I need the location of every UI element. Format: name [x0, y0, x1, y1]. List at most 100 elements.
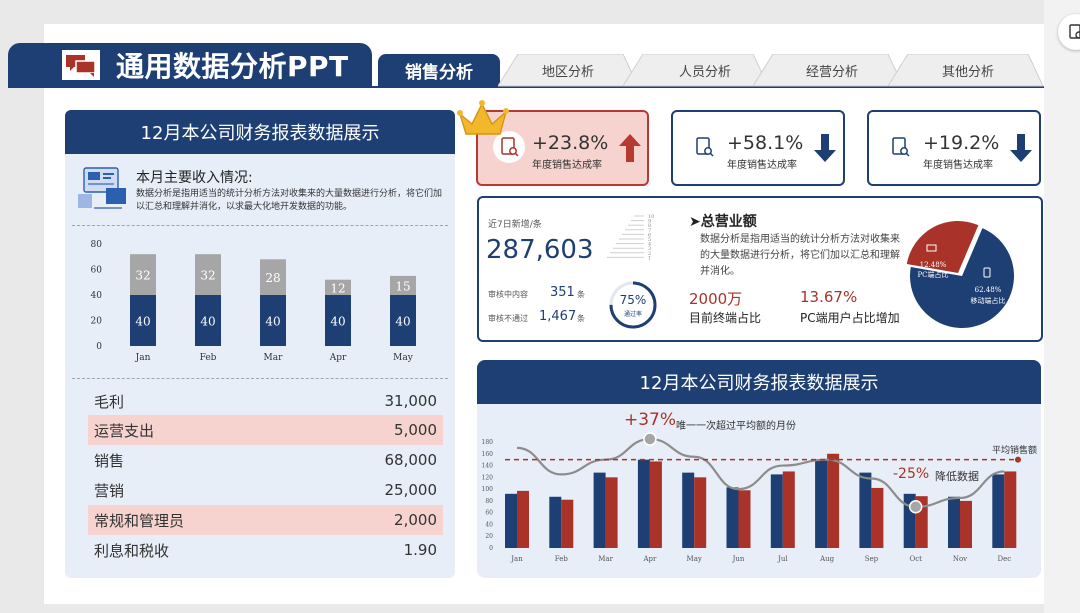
arrow-down-icon [1010, 134, 1032, 162]
report-search-icon [892, 137, 910, 157]
total-revenue-title: ➤总营业额 [689, 214, 757, 230]
pie-category-label: 移动端占比 [971, 296, 1006, 305]
x-tick-label: Jul [777, 555, 788, 563]
metric1-label: 目前终端占比 [689, 311, 762, 325]
divider-top [72, 225, 448, 226]
x-tick-label: Mar [264, 353, 284, 363]
financial-value: 1.90 [403, 541, 437, 559]
bar-series-a [859, 472, 872, 548]
bar-series-b [649, 461, 662, 548]
financial-row-gross-profit: 毛利 31,000 [88, 386, 443, 416]
bar-series-b [960, 500, 972, 548]
review-rejected-unit: 条 [577, 314, 585, 323]
crown-icon [457, 100, 509, 135]
title-bar: 通用数据分析PPT [8, 43, 372, 87]
tab-sales-analysis[interactable]: 销售分析 [378, 54, 500, 86]
x-tick-label: May [393, 353, 414, 363]
income-description: 数据分析是指用适当的统计分析方法对收集来的大量数据进行分析，将它们加以汇总和理解… [136, 189, 443, 212]
x-tick-label: May [687, 555, 702, 563]
x-tick-label: Jun [732, 555, 745, 563]
pie-category-label: PC端占比 [917, 270, 948, 279]
financial-value: 31,000 [384, 392, 438, 410]
bar-series-b [871, 487, 884, 548]
bar-series-a [815, 459, 828, 548]
tab-operation-analysis[interactable]: 经营分析 [778, 54, 886, 86]
metric2-value: 13.67% [800, 288, 858, 306]
tab-region-analysis[interactable]: 地区分析 [518, 54, 618, 86]
income-title: 本月主要收入情况: [136, 170, 253, 186]
bar-series-a [948, 496, 960, 548]
monthly-stacked-bar-chart: 0 20 40 60 80 40 32 Jan 40 32 Feb 40 28 Mar 40 12 Apr 40 1… [91, 240, 416, 363]
bar-series-a [726, 487, 739, 548]
kpi-label: 年度销售达成率 [532, 160, 602, 171]
y-tick-label: 20 [485, 533, 493, 540]
review-pending-unit: 条 [577, 290, 585, 299]
x-tick-label: Apr [329, 353, 347, 363]
ring-value: 75% [619, 293, 647, 307]
metric2-label: PC端用户占比增加 [800, 311, 900, 325]
divider-bottom [72, 378, 448, 379]
bar-series-b [561, 499, 574, 548]
x-tick-label: Apr [642, 555, 657, 563]
x-tick-label: Jan [510, 555, 523, 563]
x-tick-label: Mar [598, 555, 613, 563]
kpi-label: 年度销售达成率 [923, 160, 993, 171]
y-tick-label: 20 [91, 317, 103, 327]
average-line-end-marker [1015, 456, 1021, 463]
bar-data-label: 40 [330, 315, 345, 329]
report-search-icon [696, 137, 714, 157]
low-marker [908, 500, 923, 514]
dashboard-illustration-icon [78, 167, 126, 209]
arrow-up-icon [619, 134, 641, 162]
metric1-value: 2000万 [689, 290, 743, 308]
y-tick-label: 60 [485, 510, 493, 517]
financial-label: 营销 [94, 481, 125, 500]
financial-row-interest-tax: 利息和税收 1.90 [88, 535, 443, 565]
bar-series-b [1004, 471, 1017, 548]
side-strip [1044, 0, 1080, 613]
bar-series-b [827, 453, 840, 548]
x-tick-label: Feb [200, 353, 217, 363]
financial-value: 68,000 [384, 451, 438, 469]
bar-data-label: 32 [200, 269, 215, 283]
financial-label: 利息和税收 [94, 541, 170, 560]
y-tick-label: 40 [91, 291, 103, 301]
review-rejected-value: 1,467 [539, 309, 577, 324]
pie-value-label: 62.48% [975, 286, 1002, 294]
y-tick-label: 160 [482, 451, 494, 458]
bar-series-a [682, 472, 695, 548]
total-revenue-description: 数据分析是指用适当的统计分析方法对收集来的大量数据进行分析，将它们加以汇总和理解… [700, 234, 900, 277]
bar-data-label: 15 [395, 279, 410, 293]
x-tick-label: Sep [865, 555, 879, 563]
review-rejected-label: 审核不通过 [488, 314, 528, 323]
y-tick-label: 40 [485, 521, 493, 528]
bar-data-label: 12 [330, 281, 345, 295]
x-tick-label: Feb [555, 555, 569, 563]
bar-data-label: 40 [395, 315, 410, 329]
y-tick-label: 60 [91, 266, 103, 276]
kpi-value: +58.1% [727, 132, 804, 154]
bar-series-a [549, 496, 562, 548]
bar-data-label: 40 [265, 315, 280, 329]
kpi-label: 年度销售达成率 [727, 160, 797, 171]
x-tick-label: Oct [909, 555, 922, 563]
tab-other-analysis[interactable]: 其他分析 [912, 54, 1024, 86]
y-tick-label: 180 [482, 439, 494, 446]
financial-row-sales: 销售 68,000 [88, 445, 443, 475]
page-title: 通用数据分析PPT [116, 50, 349, 83]
tab-staff-analysis[interactable]: 人员分析 [650, 54, 760, 86]
ladder-scale: 10987654321 [607, 214, 654, 260]
bar-series-a [593, 472, 606, 548]
bar-series-a [770, 474, 783, 548]
peak-annotation-text: 唯一一次超过平均额的月份 [676, 421, 796, 432]
chat-bubbles-icon [62, 50, 100, 80]
ring-label: 通过率 [623, 311, 642, 318]
peak-annotation-value: +37% [624, 410, 677, 430]
y-tick-label: 0 [489, 545, 493, 552]
y-tick-label: 100 [482, 486, 494, 493]
kpi-value: +19.2% [923, 132, 1000, 154]
y-tick-label: 120 [482, 474, 494, 481]
financial-label: 毛利 [94, 392, 125, 411]
terminal-share-pie-chart: 12.48%PC端占比 62.48% 移动端占比 [906, 221, 1014, 328]
bar-series-b [517, 490, 529, 548]
